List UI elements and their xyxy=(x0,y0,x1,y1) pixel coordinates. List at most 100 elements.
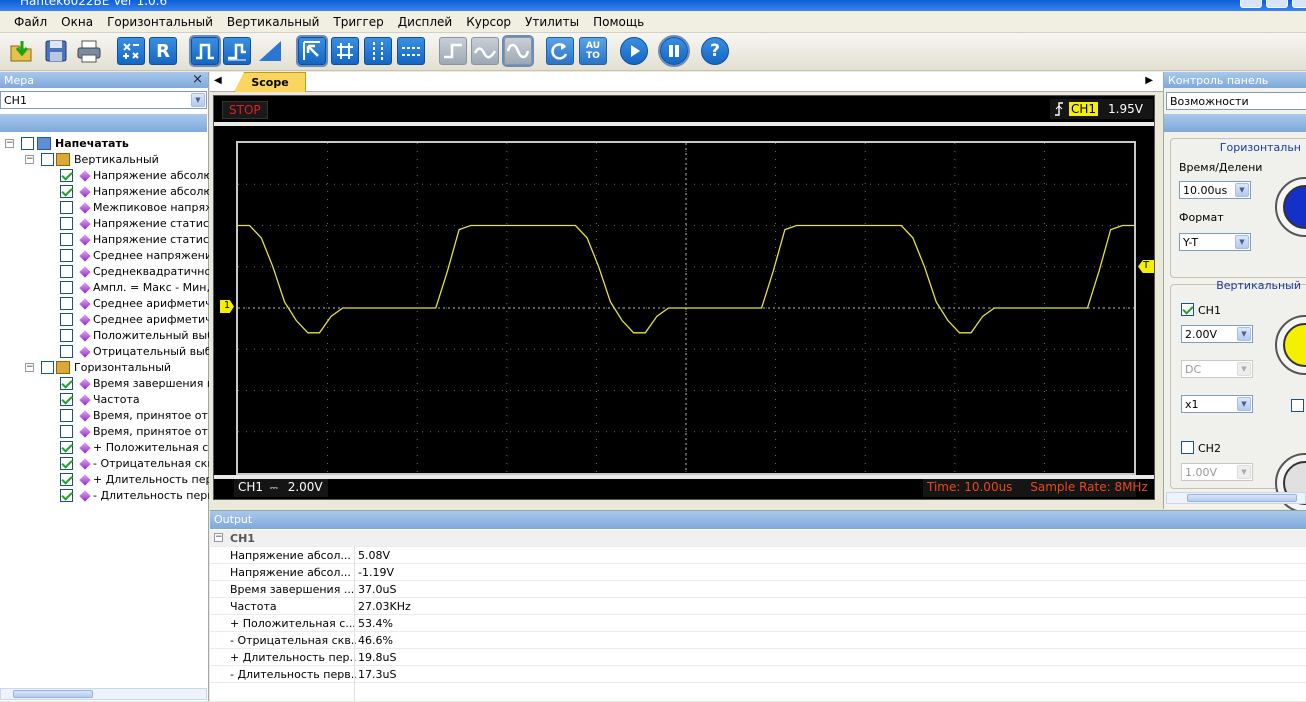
ch2-volts-select[interactable]: 1.00V ▼ xyxy=(1181,463,1253,481)
measure-icon[interactable] xyxy=(117,37,145,65)
measure-item[interactable]: Ампл. = Макс - Мин, из xyxy=(0,280,209,296)
chevron-down-icon[interactable]: ▼ xyxy=(191,93,205,107)
menu-utilities[interactable]: Утилиты xyxy=(518,11,586,33)
tree-root[interactable]: − Напечатать xyxy=(0,136,209,152)
output-group-row[interactable]: − CH1 xyxy=(210,530,1306,547)
measure-item-checkbox[interactable] xyxy=(60,233,73,246)
collapse-icon[interactable]: − xyxy=(5,139,14,148)
measure-item-checkbox[interactable] xyxy=(60,409,73,422)
ch1-volts-knob[interactable] xyxy=(1275,315,1306,375)
collapse-icon[interactable]: − xyxy=(25,363,34,372)
ch2-checkbox[interactable] xyxy=(1181,441,1194,454)
measure-item-checkbox[interactable] xyxy=(60,313,73,326)
collapse-icon[interactable]: − xyxy=(25,155,34,164)
left-horizontal-scrollbar[interactable] xyxy=(0,688,207,700)
measure-item[interactable]: Время завершения периода xyxy=(0,376,209,392)
cursor-select-icon[interactable] xyxy=(296,35,328,67)
measure-item[interactable]: - Отрицательная скважность xyxy=(0,456,209,472)
measure-item-checkbox[interactable] xyxy=(60,217,73,230)
output-row[interactable]: Время завершения ... 37.0uS xyxy=(210,581,1306,598)
output-row[interactable]: - Длительность перв... 17.3uS xyxy=(210,666,1306,683)
right-scroll-thumb[interactable] xyxy=(1187,494,1297,502)
measure-item[interactable]: Положительный выброс xyxy=(0,328,209,344)
save-icon[interactable] xyxy=(42,37,70,65)
measure-item[interactable]: - Длительность первого xyxy=(0,488,209,504)
measure-item[interactable]: Напряжение статистического минимума xyxy=(0,232,209,248)
measure-item[interactable]: Среднее напряжение между xyxy=(0,248,209,264)
ch2-volts-knob[interactable] xyxy=(1275,453,1306,513)
chevron-down-icon[interactable]: ▼ xyxy=(1235,183,1249,197)
minimize-button[interactable] xyxy=(1240,0,1262,8)
close-window-button[interactable] xyxy=(1292,0,1306,8)
pause-icon[interactable] xyxy=(658,35,690,67)
ch1-coupling-select[interactable]: DC ▼ xyxy=(1181,360,1253,378)
measure-item[interactable]: Частота xyxy=(0,392,209,408)
tree-group-horizontal[interactable]: − Горизонтальный xyxy=(0,360,209,376)
tab-prev-icon[interactable]: ◀ xyxy=(214,75,222,86)
measure-item[interactable]: Напряжение абсолютного минимума xyxy=(0,184,209,200)
ch1-offset-marker[interactable]: 1 xyxy=(220,300,234,313)
menu-horizontal[interactable]: Горизонтальный xyxy=(100,11,220,33)
measure-item-checkbox[interactable] xyxy=(60,169,73,182)
measure-item-checkbox[interactable] xyxy=(60,185,73,198)
measure-item[interactable]: Время, принятое от верхнего xyxy=(0,424,209,440)
open-icon[interactable] xyxy=(8,37,36,65)
measure-item-checkbox[interactable] xyxy=(60,345,73,358)
tree-root-checkbox[interactable] xyxy=(21,137,34,150)
collapse-icon[interactable]: − xyxy=(214,533,223,542)
measure-item[interactable]: Среднее арифметическое xyxy=(0,296,209,312)
print-icon[interactable] xyxy=(75,37,103,65)
output-row[interactable]: Напряжение абсол... 5.08V xyxy=(210,547,1306,564)
measure-item-checkbox[interactable] xyxy=(60,457,73,470)
tree-group-horizontal-checkbox[interactable] xyxy=(41,361,54,374)
ch1-checkbox[interactable] xyxy=(1181,303,1194,316)
measure-item[interactable]: + Положительная скважность xyxy=(0,440,209,456)
features-field[interactable]: Возможности xyxy=(1166,92,1306,110)
measure-item[interactable]: + Длительность первого xyxy=(0,472,209,488)
ramp-icon[interactable] xyxy=(256,37,284,65)
measure-item-checkbox[interactable] xyxy=(60,425,73,438)
measure-item-checkbox[interactable] xyxy=(60,377,73,390)
measure-item[interactable]: Среднеквадратичное xyxy=(0,264,209,280)
measure-item-checkbox[interactable] xyxy=(60,441,73,454)
menu-display[interactable]: Дисплей xyxy=(391,11,459,33)
output-row[interactable]: Частота 27.03KHz xyxy=(210,598,1306,615)
maximize-button[interactable] xyxy=(1266,0,1288,8)
menu-file[interactable]: Файл xyxy=(0,11,54,33)
measure-item-checkbox[interactable] xyxy=(60,281,73,294)
measure-item-checkbox[interactable] xyxy=(60,489,73,502)
help-icon[interactable]: ? xyxy=(701,37,729,65)
chevron-down-icon[interactable]: ▼ xyxy=(1237,397,1251,411)
vertical-cursor-icon[interactable] xyxy=(364,37,392,65)
sine-icon[interactable] xyxy=(502,35,534,67)
left-scroll-thumb[interactable] xyxy=(13,690,93,698)
measure-item[interactable]: Напряжение статистического максимума xyxy=(0,216,209,232)
measure-item[interactable]: Среднее арифметическое xyxy=(0,312,209,328)
pulse-icon[interactable] xyxy=(189,35,221,67)
ch1-volts-select[interactable]: 2.00V ▼ xyxy=(1181,325,1253,343)
measure-item[interactable]: Напряжение абсолютного максимума xyxy=(0,168,209,184)
output-row[interactable]: - Отрицательная скв... 46.6% xyxy=(210,632,1306,649)
run-icon[interactable] xyxy=(620,37,648,65)
output-row[interactable]: + Длительность пер... 19.8uS xyxy=(210,649,1306,666)
tab-next-icon[interactable]: ▶ xyxy=(1145,75,1153,86)
measure-item[interactable]: Отрицательный выброс xyxy=(0,344,209,360)
trigger-edge-icon[interactable] xyxy=(439,37,467,65)
ch1-probe-select[interactable]: x1 ▼ xyxy=(1181,395,1253,413)
menu-help[interactable]: Помощь xyxy=(586,11,651,33)
ch1-invert-checkbox[interactable] xyxy=(1291,399,1304,412)
tree-group-vertical-checkbox[interactable] xyxy=(41,153,54,166)
menu-windows[interactable]: Окна xyxy=(54,11,100,33)
scope-screen[interactable]: STOP CH1 1.95V 1 T CH1 ⎓ 2.00V Time: 10.… xyxy=(213,95,1155,500)
measure-item-checkbox[interactable] xyxy=(60,249,73,262)
close-icon[interactable]: × xyxy=(192,72,203,87)
measure-item-checkbox[interactable] xyxy=(60,473,73,486)
format-select[interactable]: Y-T ▼ xyxy=(1179,233,1251,251)
right-horizontal-scrollbar[interactable] xyxy=(1166,492,1306,504)
chevron-down-icon[interactable]: ▼ xyxy=(1235,235,1249,249)
refresh-icon[interactable] xyxy=(546,37,574,65)
time-div-knob[interactable] xyxy=(1275,177,1306,237)
measure-item-checkbox[interactable] xyxy=(60,201,73,214)
menu-trigger[interactable]: Триггер xyxy=(326,11,390,33)
reference-icon[interactable]: R xyxy=(149,37,177,65)
